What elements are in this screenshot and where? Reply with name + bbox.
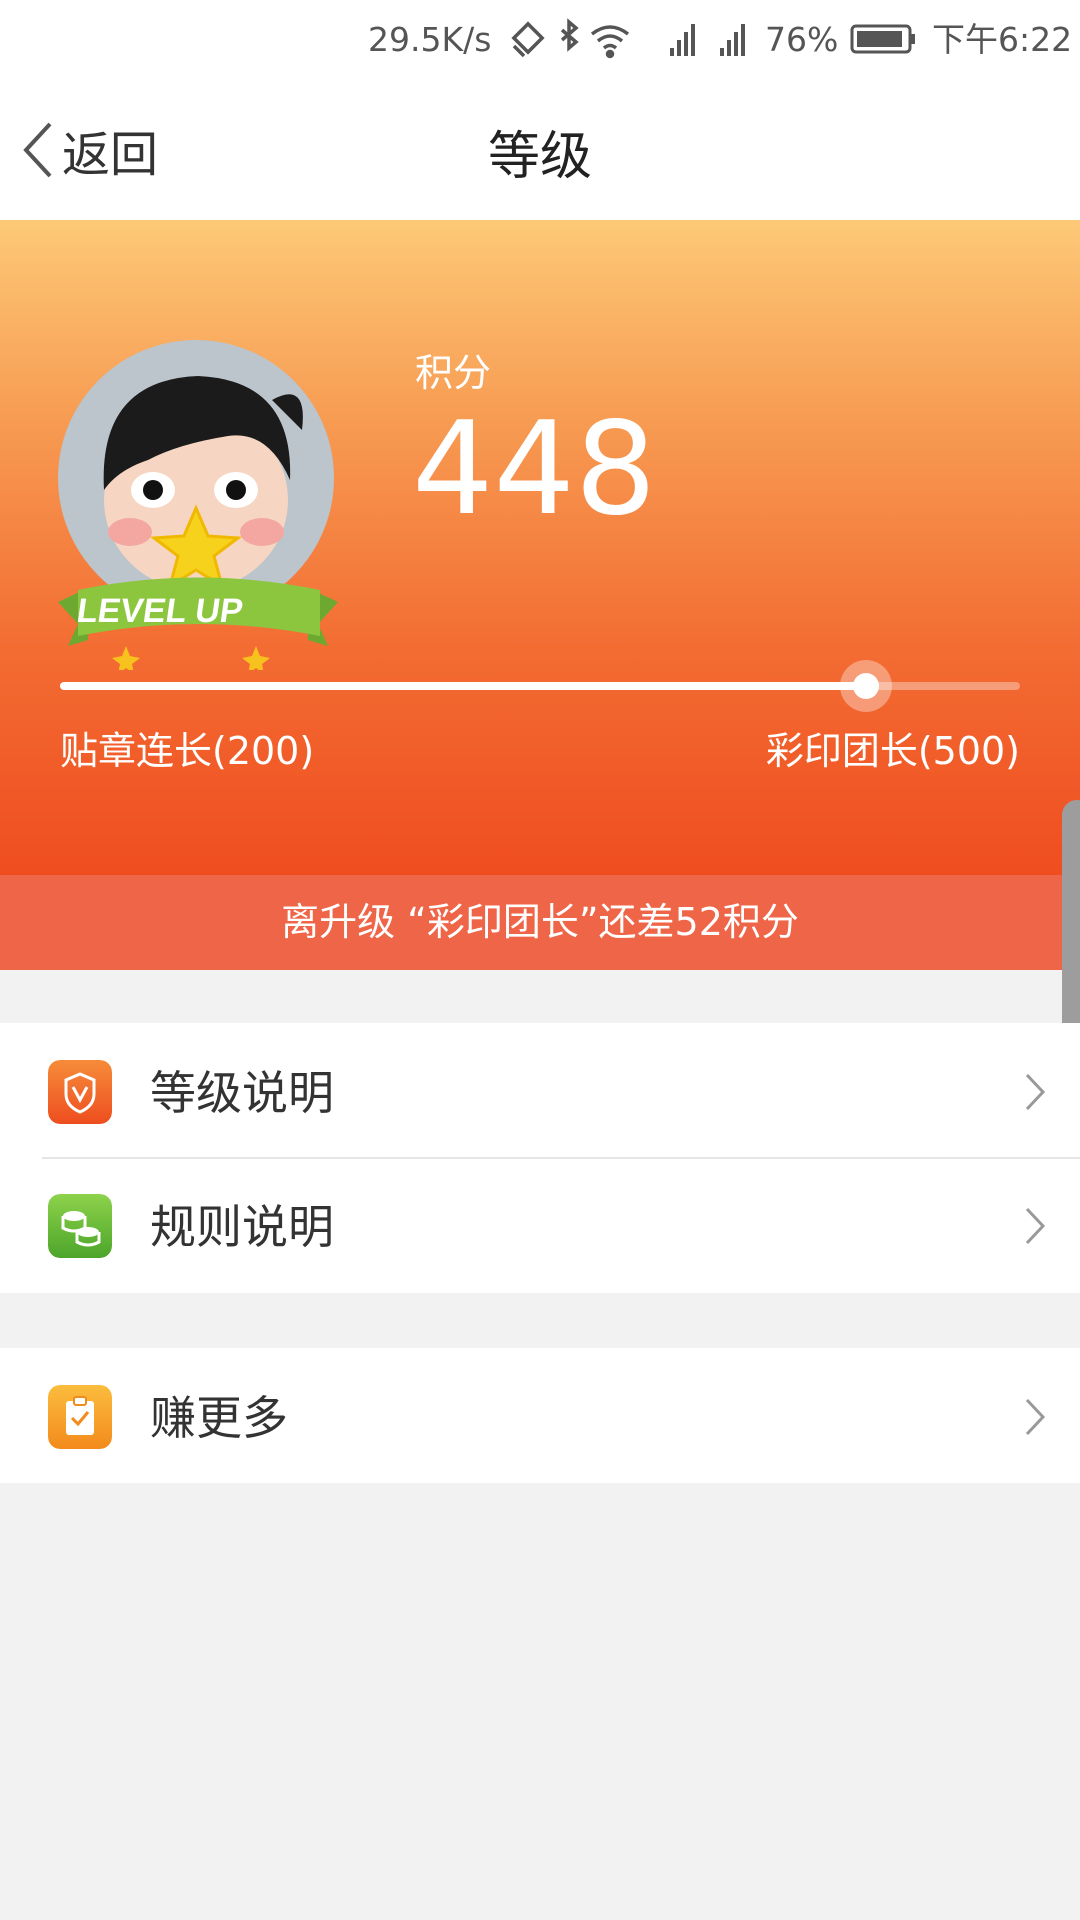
battery-icon <box>850 24 915 54</box>
menu-group-info: 等级说明 规则说明 <box>0 1023 1080 1293</box>
rotation-lock-icon <box>511 21 545 58</box>
level-progress-fill <box>60 682 867 690</box>
level-progress-knob <box>840 660 893 712</box>
earn-more-row[interactable]: 赚更多 <box>0 1348 1080 1482</box>
wifi-icon <box>590 25 630 59</box>
chevron-right-icon <box>1025 1207 1046 1245</box>
level-progress-bar <box>60 660 1020 712</box>
battery-percent: 76% <box>765 20 839 59</box>
level-up-avatar-icon: LEVEL UP <box>58 340 338 674</box>
navigation-bar: 返回 等级 <box>0 80 1080 220</box>
chevron-right-icon <box>1025 1073 1046 1111</box>
menu-group-earn: 赚更多 <box>0 1348 1080 1483</box>
signal-icon-2 <box>720 24 745 56</box>
chevron-right-icon <box>1025 1398 1046 1436</box>
clock: 下午6:22 <box>932 20 1073 59</box>
current-level-label: 贴章连长(200) <box>60 729 315 773</box>
upgrade-hint-banner: 离升级 “彩印团长”还差52积分 <box>0 875 1080 970</box>
bluetooth-icon <box>560 18 579 52</box>
points-value: 448 <box>412 395 657 544</box>
rules-description-row[interactable]: 规则说明 <box>0 1157 1080 1291</box>
status-icons <box>511 18 745 59</box>
level-description-row[interactable]: 等级说明 <box>0 1023 1080 1159</box>
points-label: 积分 <box>415 351 492 395</box>
avatar[interactable]: LEVEL UP <box>58 340 338 674</box>
next-level-label: 彩印团长(500) <box>765 729 1020 773</box>
rules-description-label: 规则说明 <box>150 1200 334 1254</box>
signal-icon-1 <box>670 24 695 56</box>
page-title: 等级 <box>487 127 592 187</box>
clipboard-check-icon <box>48 1385 112 1449</box>
level-hero: LEVEL UP 积分 448 贴章连长(200) 彩印团长(500) <box>0 220 1080 875</box>
network-speed: 29.5K/s <box>368 20 492 59</box>
coins-stack-icon <box>48 1194 112 1258</box>
status-bar: 29.5K/s 76% 下午6:22 <box>0 0 1080 80</box>
avatar-badge-text: LEVEL UP <box>74 592 245 630</box>
shield-v-icon <box>48 1060 112 1124</box>
earn-more-label: 赚更多 <box>150 1391 288 1445</box>
level-description-label: 等级说明 <box>150 1066 334 1120</box>
